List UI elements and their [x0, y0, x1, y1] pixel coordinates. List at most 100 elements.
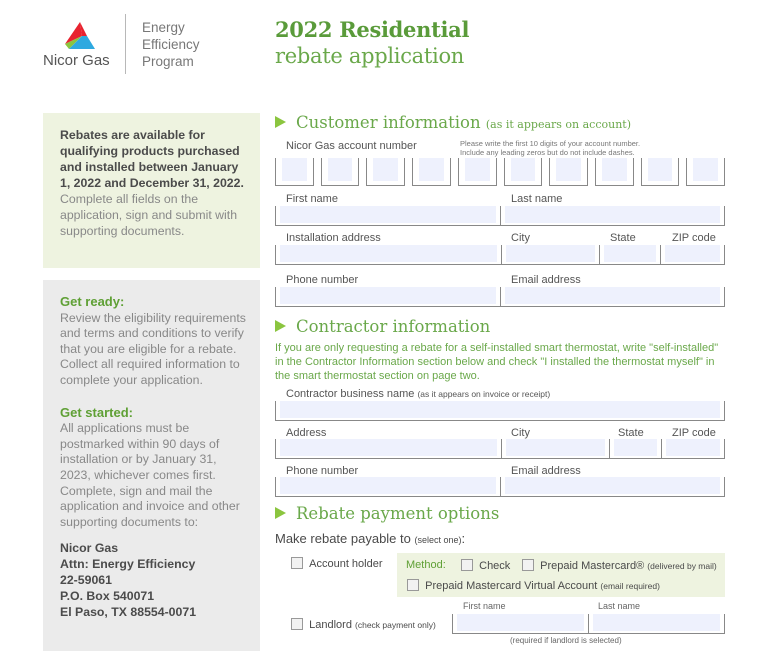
option-note: (email required) [600, 581, 660, 591]
section-arrow-icon [275, 507, 286, 519]
account-holder-option[interactable]: Account holder [291, 557, 383, 570]
section-arrow-icon [275, 116, 286, 128]
city-input[interactable] [501, 245, 599, 264]
contractor-email-input[interactable] [500, 477, 724, 496]
contractor-address-input[interactable] [276, 439, 501, 458]
section-arrow-icon [275, 320, 286, 332]
contractor-info-heading: Contractor information [275, 317, 490, 336]
phone-input[interactable] [276, 287, 500, 306]
landlord-first-name-input[interactable] [453, 614, 588, 633]
address-line: P.O. Box 540071 [60, 589, 155, 604]
customer-address-row [275, 245, 725, 265]
account-number-note: Please write the first 10 digits of your… [460, 139, 640, 157]
option-note: (delivered by mail) [647, 561, 717, 571]
zip-input[interactable] [660, 245, 724, 264]
get-started-heading: Get started: [60, 404, 133, 420]
label-text: Make rebate payable to [275, 531, 411, 546]
account-number-label: Nicor Gas account number [286, 140, 417, 152]
last-name-input[interactable] [500, 206, 724, 225]
first-name-input[interactable] [276, 206, 500, 225]
nicor-gas-logo: Nicor Gas [43, 20, 115, 75]
virtual-account-option[interactable]: Prepaid Mastercard Virtual Account (emai… [407, 579, 660, 592]
address-line: El Paso, TX 88554-0071 [60, 605, 197, 620]
contractor-business-label: Contractor business name (as it appears … [286, 388, 550, 400]
account-digit-input[interactable] [549, 158, 588, 186]
customer-contact-row [275, 287, 725, 307]
heading-text: Contractor information [296, 317, 491, 336]
address-line: 22-59061 [60, 573, 112, 588]
option-label: Prepaid Mastercard Virtual Account [425, 580, 598, 592]
installation-address-input[interactable] [276, 245, 501, 264]
get-started-text: All applications must be postmarked with… [60, 421, 240, 529]
payment-options-heading: Rebate payment options [275, 504, 499, 523]
contractor-business-input[interactable] [276, 401, 724, 420]
contractor-city-input[interactable] [501, 439, 609, 458]
prepaid-mastercard-option[interactable]: Prepaid Mastercard® (delivered by mail) [522, 559, 717, 572]
option-label: Account holder [309, 558, 383, 570]
contractor-zip-input[interactable] [661, 439, 724, 458]
heading-note: (as it appears on account) [485, 118, 631, 131]
account-digit-input[interactable] [686, 158, 726, 186]
contractor-contact-row [275, 477, 725, 497]
city-label: City [511, 232, 530, 244]
contractor-email-label: Email address [511, 465, 581, 477]
contractor-business-row [275, 401, 725, 421]
customer-info-heading: Customer information (as it appears on a… [275, 113, 631, 132]
contractor-address-label: Address [286, 427, 327, 439]
contractor-address-row [275, 439, 725, 459]
heading-text: Rebate payment options [296, 504, 500, 523]
account-digit-input[interactable] [275, 158, 314, 186]
account-digit-input[interactable] [640, 158, 680, 186]
virtual-account-checkbox[interactable] [407, 579, 419, 591]
contractor-state-input[interactable] [609, 439, 661, 458]
instructions-box: Get ready: Review the eligibility requir… [43, 280, 260, 651]
method-label: Method: [406, 559, 446, 571]
landlord-name-row [452, 614, 725, 634]
account-digit-input[interactable] [503, 158, 543, 186]
landlord-option[interactable]: Landlord (check payment only) [291, 618, 436, 631]
contractor-zip-label: ZIP code [672, 427, 716, 439]
account-digit-input[interactable] [320, 158, 360, 186]
label-note: (as it appears on invoice or receipt) [417, 389, 551, 399]
landlord-last-name-label: Last name [598, 601, 641, 611]
page-title: 2022 Residential [275, 17, 470, 42]
check-checkbox[interactable] [461, 559, 473, 571]
state-input[interactable] [599, 245, 660, 264]
program-line: Efficiency [142, 37, 200, 52]
intro-box: Rebates are available for qualifying pro… [43, 113, 260, 268]
heading-text: Customer information [296, 113, 481, 132]
account-digit-input[interactable] [366, 158, 406, 186]
label-colon: : [461, 531, 466, 546]
contractor-phone-input[interactable] [276, 477, 500, 496]
phone-label: Phone number [286, 274, 359, 286]
note-line: Please write the first 10 digits of your… [460, 139, 641, 148]
landlord-required-note: (required if landlord is selected) [510, 636, 622, 645]
last-name-label: Last name [511, 193, 563, 205]
account-digit-input[interactable] [412, 158, 451, 186]
installation-address-label: Installation address [286, 232, 381, 244]
check-option[interactable]: Check [461, 559, 510, 572]
page-subtitle: rebate application [275, 44, 465, 68]
intro-text: Complete all fields on the application, … [60, 192, 238, 238]
option-label: Check [479, 560, 511, 572]
prepaid-mastercard-checkbox[interactable] [522, 559, 534, 571]
account-digit-input[interactable] [594, 158, 634, 186]
contractor-state-label: State [618, 427, 644, 439]
label-note: (select one) [414, 535, 462, 545]
account-digit-input[interactable] [457, 158, 497, 186]
label-text: Contractor business name [286, 388, 415, 400]
customer-name-row [275, 206, 725, 226]
landlord-checkbox[interactable] [291, 618, 303, 630]
email-input[interactable] [500, 287, 724, 306]
method-row: Method: [406, 559, 446, 571]
self-install-note: If you are only requesting a rebate for … [275, 342, 719, 382]
option-label: Landlord [309, 619, 352, 631]
get-ready-text: Review the eligibility requirements and … [60, 310, 246, 387]
first-name-label: First name [286, 193, 338, 205]
program-line: Program [142, 54, 194, 69]
get-ready-heading: Get ready: [60, 294, 125, 309]
landlord-last-name-input[interactable] [588, 614, 724, 633]
contractor-phone-label: Phone number [286, 465, 359, 477]
account-holder-checkbox[interactable] [291, 557, 303, 569]
state-label: State [610, 232, 636, 244]
